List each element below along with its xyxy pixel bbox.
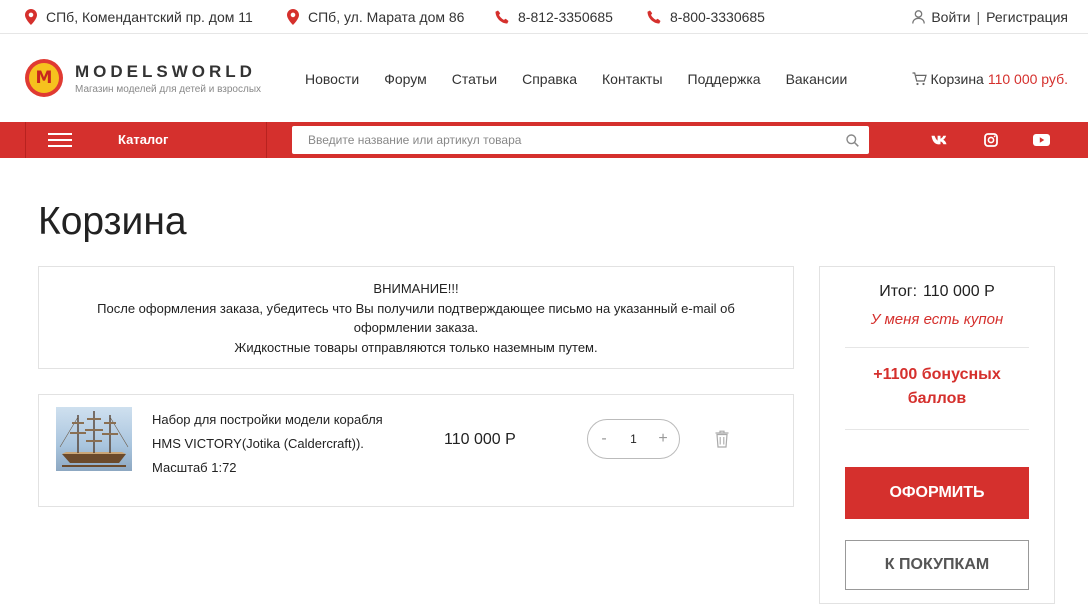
top-bar: СПб, Комендантский пр. дом 11 СПб, ул. М… [0,0,1088,34]
search-icon [845,133,859,147]
order-total: Итог: 110 000 Р [820,283,1054,301]
address-1[interactable]: СПб, Комендантский пр. дом 11 [25,0,253,34]
catalog-menu-button[interactable]: Каталог [25,122,267,158]
order-notice: ВНИМАНИЕ!!! После оформления заказа, убе… [38,266,794,369]
phone-icon [495,10,509,24]
ship-image-icon [59,411,129,467]
nav-item-forum[interactable]: Форум [384,71,427,87]
search-box [292,126,869,154]
catalog-bar: Каталог [0,122,1088,158]
notice-email-text: После оформления заказа, убедитесь что В… [97,300,735,336]
header-cart-link[interactable]: Корзина 110 000 руб. [912,35,1068,122]
vk-icon [931,135,947,144]
phone-1[interactable]: 8-812-3350685 [495,0,613,34]
quantity-increase-button[interactable]: + [655,430,671,448]
youtube-link[interactable] [1033,122,1050,158]
location-pin-icon [25,9,37,25]
order-total-label: Итог: [879,283,918,300]
address-1-text: СПб, Комендантский пр. дом 11 [46,9,253,25]
page-title: Корзина [38,200,187,243]
address-2-text: СПб, ул. Марата дом 86 [308,9,465,25]
phone-2-text: 8-800-3330685 [670,9,765,25]
nav-item-contacts[interactable]: Контакты [602,71,662,87]
nav-item-vacancies[interactable]: Вакансии [786,71,848,87]
cart-sum: 110 000 руб. [987,70,1068,87]
coupon-link[interactable]: У меня есть купон [820,311,1054,328]
logo-text: MODELSWORLD Магазин моделей для детей и … [75,62,261,95]
continue-shopping-button[interactable]: К ПОКУПКАМ [845,540,1029,590]
quantity-value[interactable]: 1 [630,432,637,446]
order-summary: Итог: 110 000 Р У меня есть купон +1100 б… [819,266,1055,604]
phone-1-text: 8-812-3350685 [518,9,613,25]
address-2[interactable]: СПб, ул. Марата дом 86 [287,0,464,34]
logo-emblem-icon: M [25,59,63,97]
summary-divider [845,429,1029,430]
login-link[interactable]: Войти [931,9,970,25]
order-total-value: 110 000 Р [923,283,995,300]
phone-icon [647,10,661,24]
bonus-points: +1100 бонусных баллов [820,363,1054,411]
product-price: 110 000 Р [444,431,516,448]
main-nav: Новости Форум Статьи Справка Контакты По… [305,35,872,122]
cart-icon [912,71,927,85]
bonus-points-text: +1100 бонусных баллов [873,366,1001,407]
cart-label: Корзина [930,70,984,87]
auth-separator: | [976,9,981,25]
notice-shipping-text: Жидкостные товары отправляются только на… [234,339,598,355]
location-pin-icon [287,9,299,25]
hamburger-icon [48,133,72,147]
user-icon [912,10,926,24]
phone-2[interactable]: 8-800-3330685 [647,0,765,34]
register-link[interactable]: Регистрация [986,9,1068,25]
nav-item-news[interactable]: Новости [305,71,359,87]
checkout-button[interactable]: ОФОРМИТЬ [845,467,1029,519]
header: M MODELSWORLD Магазин моделей для детей … [0,35,1088,122]
trash-icon [715,430,729,448]
search-input[interactable] [292,126,835,154]
logo[interactable]: M MODELSWORLD Магазин моделей для детей … [25,59,261,97]
quantity-decrease-button[interactable]: - [596,430,612,448]
logo-letter: M [29,63,59,93]
catalog-label: Каталог [118,132,169,147]
instagram-link[interactable] [984,122,998,158]
notice-heading: ВНИМАНИЕ!!! [373,281,459,296]
cart-item: Набор для постройки модели корабля HMS V… [38,394,794,507]
auth-links: Войти | Регистрация [912,0,1068,34]
product-image[interactable] [56,407,132,471]
nav-item-support[interactable]: Поддержка [688,71,761,87]
nav-item-articles[interactable]: Статьи [452,71,497,87]
product-name[interactable]: Набор для постройки модели корабля HMS V… [152,408,402,480]
summary-divider [845,347,1029,348]
instagram-icon [984,133,998,147]
nav-item-help[interactable]: Справка [522,71,577,87]
quantity-stepper: - 1 + [587,419,680,459]
logo-tagline: Магазин моделей для детей и взрослых [75,83,262,95]
remove-item-button[interactable] [715,430,729,453]
logo-name: MODELSWORLD [75,61,256,81]
search-button[interactable] [835,126,869,154]
vk-link[interactable] [931,122,949,158]
youtube-icon [1033,134,1050,146]
